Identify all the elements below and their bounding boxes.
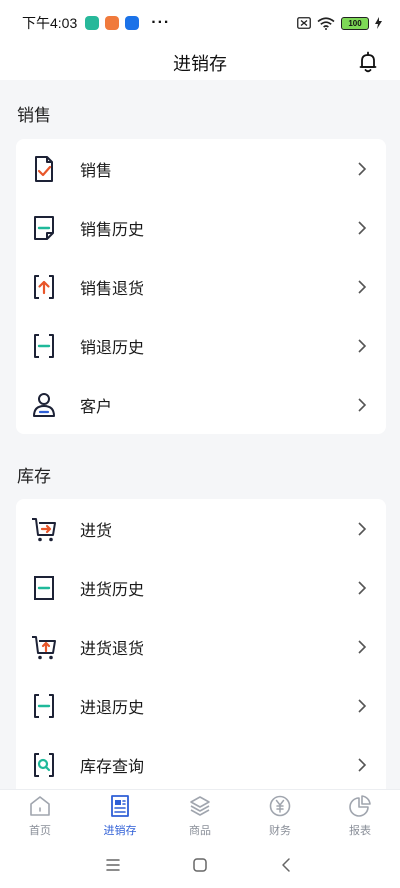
cart-arrow-icon (32, 517, 56, 541)
menu-item-purchase-history[interactable]: 进货历史 (16, 558, 386, 617)
menu-item-label: 进货历史 (80, 581, 145, 599)
pie-chart-icon (349, 794, 371, 817)
document-history-icon (34, 575, 54, 600)
home-icon (30, 795, 50, 816)
page-title: 进销存 (173, 54, 227, 74)
tab-label: 财务 (269, 824, 291, 837)
chevron-right-icon (358, 521, 367, 536)
menu-item-inventory-query[interactable]: 库存查询 (16, 735, 386, 789)
status-time: 下午4:03 (22, 15, 78, 31)
tab-inventory-sales[interactable]: 进销存 (80, 790, 160, 841)
menu-item-customer[interactable]: 客户 (16, 375, 386, 434)
bracket-history-icon (34, 333, 54, 358)
chevron-right-icon (358, 757, 367, 772)
chevron-right-icon (358, 580, 367, 595)
wifi-icon (317, 16, 335, 30)
system-nav-bar (0, 841, 400, 888)
tab-finance[interactable]: 财务 (240, 790, 320, 841)
notification-app-icon (125, 16, 140, 30)
tab-label: 报表 (349, 824, 371, 837)
notification-app-icon (105, 16, 120, 30)
chevron-right-icon (358, 161, 367, 176)
menu-item-label: 客户 (80, 398, 113, 416)
bell-icon[interactable] (356, 50, 380, 74)
chevron-right-icon (358, 338, 367, 353)
chevron-right-icon (358, 698, 367, 713)
menu-item-label: 销退历史 (80, 339, 145, 357)
inventory-card: 进货 进货历史 进货退货 进退历史 库存查询 (16, 499, 386, 789)
tab-products[interactable]: 商品 (160, 790, 240, 841)
back-icon[interactable] (278, 856, 296, 874)
menu-item-label: 进货 (80, 522, 113, 540)
customer-icon (33, 392, 55, 417)
bottom-tab-bar: 首页 进销存 商品 财务 报表 (0, 789, 400, 841)
chevron-right-icon (358, 639, 367, 654)
tab-label: 进销存 (103, 824, 137, 837)
menu-item-label: 进退历史 (80, 699, 145, 717)
more-notifications-icon: ··· (151, 14, 171, 31)
return-up-icon (34, 274, 54, 299)
section-title-inventory: 库存 (17, 467, 51, 486)
charging-icon (375, 17, 382, 29)
menu-item-purchase[interactable]: 进货 (16, 499, 386, 558)
tab-reports[interactable]: 报表 (320, 790, 400, 841)
cart-return-icon (32, 635, 56, 659)
inventory-search-icon (34, 752, 54, 777)
menu-item-label: 销售 (80, 162, 113, 180)
notification-app-icon (85, 16, 100, 30)
sim-icon (297, 17, 311, 29)
menu-item-sales-return[interactable]: 销售退货 (16, 257, 386, 316)
menu-item-sales[interactable]: 销售 (16, 139, 386, 198)
tab-home[interactable]: 首页 (0, 790, 80, 841)
document-history-icon (34, 215, 54, 240)
sales-card: 销售 销售历史 销售退货 销退历史 客户 (16, 139, 386, 434)
menu-item-label: 销售历史 (80, 221, 145, 239)
menu-item-label: 进货退货 (80, 640, 145, 658)
chevron-right-icon (358, 220, 367, 235)
chevron-right-icon (358, 279, 367, 294)
document-list-icon (111, 794, 129, 817)
menu-item-purchase-return-history[interactable]: 进退历史 (16, 676, 386, 735)
yuan-icon (269, 795, 291, 816)
battery-icon: 100 (341, 16, 369, 30)
check-document-icon (35, 155, 53, 182)
section-title-sales: 销售 (17, 106, 51, 125)
app-header: 进销存 (0, 46, 400, 80)
tab-label: 商品 (189, 824, 211, 837)
menu-item-label: 销售退货 (80, 280, 145, 298)
status-bar: 下午4:03 ··· 100 (0, 0, 400, 46)
tab-label: 首页 (29, 824, 51, 837)
menu-item-purchase-return[interactable]: 进货退货 (16, 617, 386, 676)
layers-icon (190, 795, 210, 816)
bracket-history-icon (34, 693, 54, 718)
menu-icon[interactable] (104, 856, 122, 874)
menu-item-sales-return-history[interactable]: 销退历史 (16, 316, 386, 375)
home-square-icon[interactable] (191, 856, 209, 874)
menu-item-label: 库存查询 (80, 758, 145, 776)
chevron-right-icon (358, 397, 367, 412)
menu-item-sales-history[interactable]: 销售历史 (16, 198, 386, 257)
